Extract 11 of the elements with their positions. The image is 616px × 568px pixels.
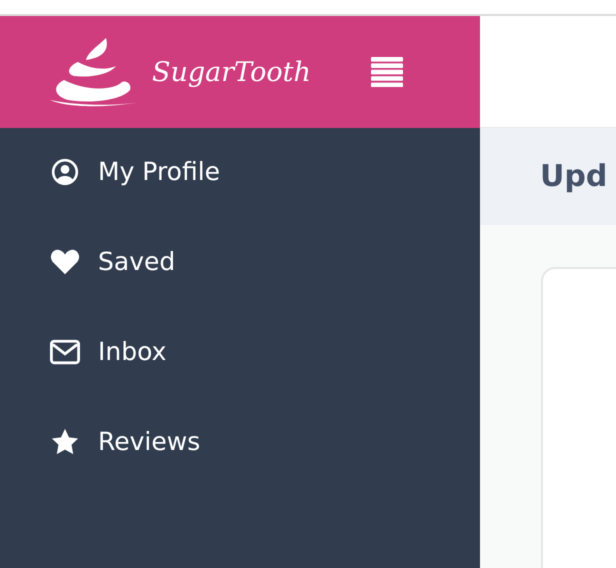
sidebar-item[interactable]: Reviews [0, 424, 480, 514]
user-circle-icon [50, 158, 80, 186]
page-heading: Upd [540, 159, 608, 194]
heart-icon [50, 248, 80, 276]
logo-text[interactable]: SugarTooth [152, 56, 311, 88]
star-icon [50, 428, 80, 456]
sidebar-item[interactable]: My Profile [0, 154, 480, 244]
mail-icon [50, 338, 80, 366]
sidebar-item[interactable]: Saved [0, 244, 480, 334]
sidebar-item[interactable]: Inbox [0, 334, 480, 424]
menu-icon[interactable] [370, 57, 403, 87]
